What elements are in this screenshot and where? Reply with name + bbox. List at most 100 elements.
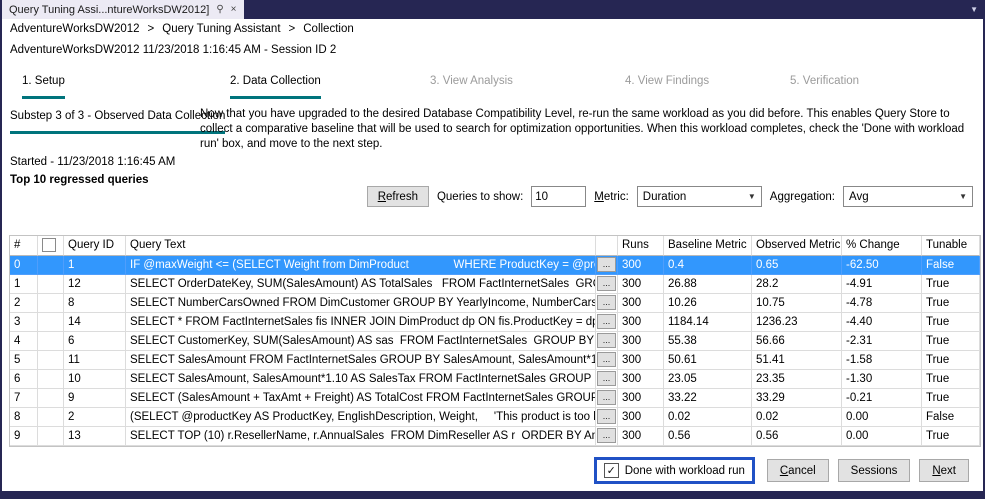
cell-row-checkbox	[38, 256, 64, 275]
select-all-checkbox[interactable]	[42, 238, 56, 252]
cell-row-number: 2	[10, 294, 38, 313]
table-row[interactable]: 01IF @maxWeight <= (SELECT Weight from D…	[10, 256, 980, 275]
cell-row-checkbox	[38, 275, 64, 294]
cell-query-id: 12	[64, 275, 126, 294]
done-checkbox[interactable]: ✓	[604, 463, 619, 478]
cell-observed-metric: 51.41	[752, 351, 842, 370]
cell-query-detail: ...	[596, 427, 618, 446]
document-tab-strip: Query Tuning Assi...ntureWorksDW2012] ⚲ …	[0, 0, 985, 19]
cell-percent-change: -62.50	[842, 256, 922, 275]
queries-to-show-input[interactable]	[531, 186, 586, 207]
cell-query-detail: ...	[596, 389, 618, 408]
cell-row-number: 0	[10, 256, 38, 275]
header-query-id[interactable]: Query ID	[64, 236, 126, 256]
cell-observed-metric: 23.35	[752, 370, 842, 389]
cell-percent-change: -4.40	[842, 313, 922, 332]
header-row-number[interactable]: #	[10, 236, 38, 256]
cell-percent-change: -4.91	[842, 275, 922, 294]
query-detail-button[interactable]: ...	[597, 276, 616, 291]
aggregation-label: Aggregation:	[770, 191, 835, 203]
substep-description: Now that you have upgraded to the desire…	[200, 107, 971, 152]
started-timestamp: Started - 11/23/2018 1:16:45 AM	[10, 156, 175, 168]
cell-row-number: 3	[10, 313, 38, 332]
table-row[interactable]: 112SELECT OrderDateKey, SUM(SalesAmount)…	[10, 275, 980, 294]
cell-runs: 300	[618, 313, 664, 332]
header-runs[interactable]: Runs	[618, 236, 664, 256]
cell-row-number: 5	[10, 351, 38, 370]
table-row[interactable]: 314SELECT * FROM FactInternetSales fis I…	[10, 313, 980, 332]
cell-runs: 300	[618, 408, 664, 427]
done-with-workload-group[interactable]: ✓ Done with workload run	[594, 457, 755, 484]
qta-page: AdventureWorksDW2012 > Query Tuning Assist…	[2, 19, 983, 491]
cell-tunable: True	[922, 275, 980, 294]
header-query-text[interactable]: Query Text	[126, 236, 596, 256]
cell-observed-metric: 0.56	[752, 427, 842, 446]
refresh-button[interactable]: Refresh	[367, 186, 429, 207]
header-percent-change[interactable]: % Change	[842, 236, 922, 256]
close-icon[interactable]: ×	[231, 4, 237, 15]
wizard-step[interactable]: 1. Setup	[22, 75, 65, 99]
table-row[interactable]: 511SELECT SalesAmount FROM FactInternetS…	[10, 351, 980, 370]
section-title: Top 10 regressed queries	[10, 174, 148, 186]
cell-tunable: True	[922, 370, 980, 389]
cell-observed-metric: 1236.23	[752, 313, 842, 332]
table-row[interactable]: 79SELECT (SalesAmount + TaxAmt + Freight…	[10, 389, 980, 408]
query-detail-button[interactable]: ...	[597, 257, 616, 272]
cell-query-text: SELECT SalesAmount FROM FactInternetSale…	[126, 351, 596, 370]
cell-tunable: True	[922, 294, 980, 313]
breadcrumb-item[interactable]: Query Tuning Assistant	[162, 23, 280, 35]
cell-percent-change: -1.58	[842, 351, 922, 370]
cell-query-id: 9	[64, 389, 126, 408]
cell-row-checkbox	[38, 313, 64, 332]
cell-row-checkbox	[38, 408, 64, 427]
pin-icon[interactable]: ⚲	[216, 4, 223, 15]
breadcrumb-item[interactable]: AdventureWorksDW2012	[10, 23, 140, 35]
query-detail-button[interactable]: ...	[597, 428, 616, 443]
breadcrumb-separator: >	[148, 23, 155, 35]
cancel-button[interactable]: Cancel	[767, 459, 829, 482]
cell-query-text: SELECT (SalesAmount + TaxAmt + Freight) …	[126, 389, 596, 408]
cell-percent-change: -1.30	[842, 370, 922, 389]
table-row[interactable]: 913SELECT TOP (10) r.ResellerName, r.Ann…	[10, 427, 980, 446]
query-detail-button[interactable]: ...	[597, 371, 616, 386]
query-detail-button[interactable]: ...	[597, 390, 616, 405]
wizard-step[interactable]: 4. View Findings	[625, 75, 709, 96]
cell-query-id: 2	[64, 408, 126, 427]
header-tunable[interactable]: Tunable	[922, 236, 980, 256]
results-table: # Query ID Query Text Runs Baseline Metr…	[9, 235, 981, 447]
next-button[interactable]: Next	[919, 459, 969, 482]
cell-row-number: 6	[10, 370, 38, 389]
cell-tunable: True	[922, 332, 980, 351]
wizard-step[interactable]: 2. Data Collection	[230, 75, 321, 99]
table-row[interactable]: 82(SELECT @productKey AS ProductKey, Eng…	[10, 408, 980, 427]
cell-query-detail: ...	[596, 275, 618, 294]
query-detail-button[interactable]: ...	[597, 295, 616, 310]
cell-query-text: SELECT CustomerKey, SUM(SalesAmount) AS …	[126, 332, 596, 351]
query-detail-button[interactable]: ...	[597, 409, 616, 424]
cell-row-checkbox	[38, 389, 64, 408]
cell-observed-metric: 0.65	[752, 256, 842, 275]
header-baseline-metric[interactable]: Baseline Metric	[664, 236, 752, 256]
header-detail-column	[596, 236, 618, 256]
wizard-step[interactable]: 3. View Analysis	[430, 75, 513, 96]
document-tab[interactable]: Query Tuning Assi...ntureWorksDW2012] ⚲ …	[2, 0, 244, 19]
sessions-button[interactable]: Sessions	[838, 459, 911, 482]
query-detail-button[interactable]: ...	[597, 314, 616, 329]
wizard-step[interactable]: 5. Verification	[790, 75, 859, 96]
breadcrumb-item[interactable]: Collection	[303, 23, 354, 35]
cell-query-detail: ...	[596, 332, 618, 351]
cell-query-detail: ...	[596, 313, 618, 332]
aggregation-dropdown[interactable]: Avg ▼	[843, 186, 973, 207]
cell-query-id: 10	[64, 370, 126, 389]
metric-selected-value: Duration	[643, 191, 686, 203]
header-observed-metric[interactable]: Observed Metric	[752, 236, 842, 256]
cell-observed-metric: 56.66	[752, 332, 842, 351]
table-row[interactable]: 28SELECT NumberCarsOwned FROM DimCustome…	[10, 294, 980, 313]
metric-dropdown[interactable]: Duration ▼	[637, 186, 762, 207]
query-detail-button[interactable]: ...	[597, 352, 616, 367]
tab-list-chevron-icon[interactable]: ▼	[970, 5, 985, 14]
table-row[interactable]: 610SELECT SalesAmount, SalesAmount*1.10 …	[10, 370, 980, 389]
query-detail-button[interactable]: ...	[597, 333, 616, 348]
table-row[interactable]: 46SELECT CustomerKey, SUM(SalesAmount) A…	[10, 332, 980, 351]
cell-tunable: False	[922, 408, 980, 427]
